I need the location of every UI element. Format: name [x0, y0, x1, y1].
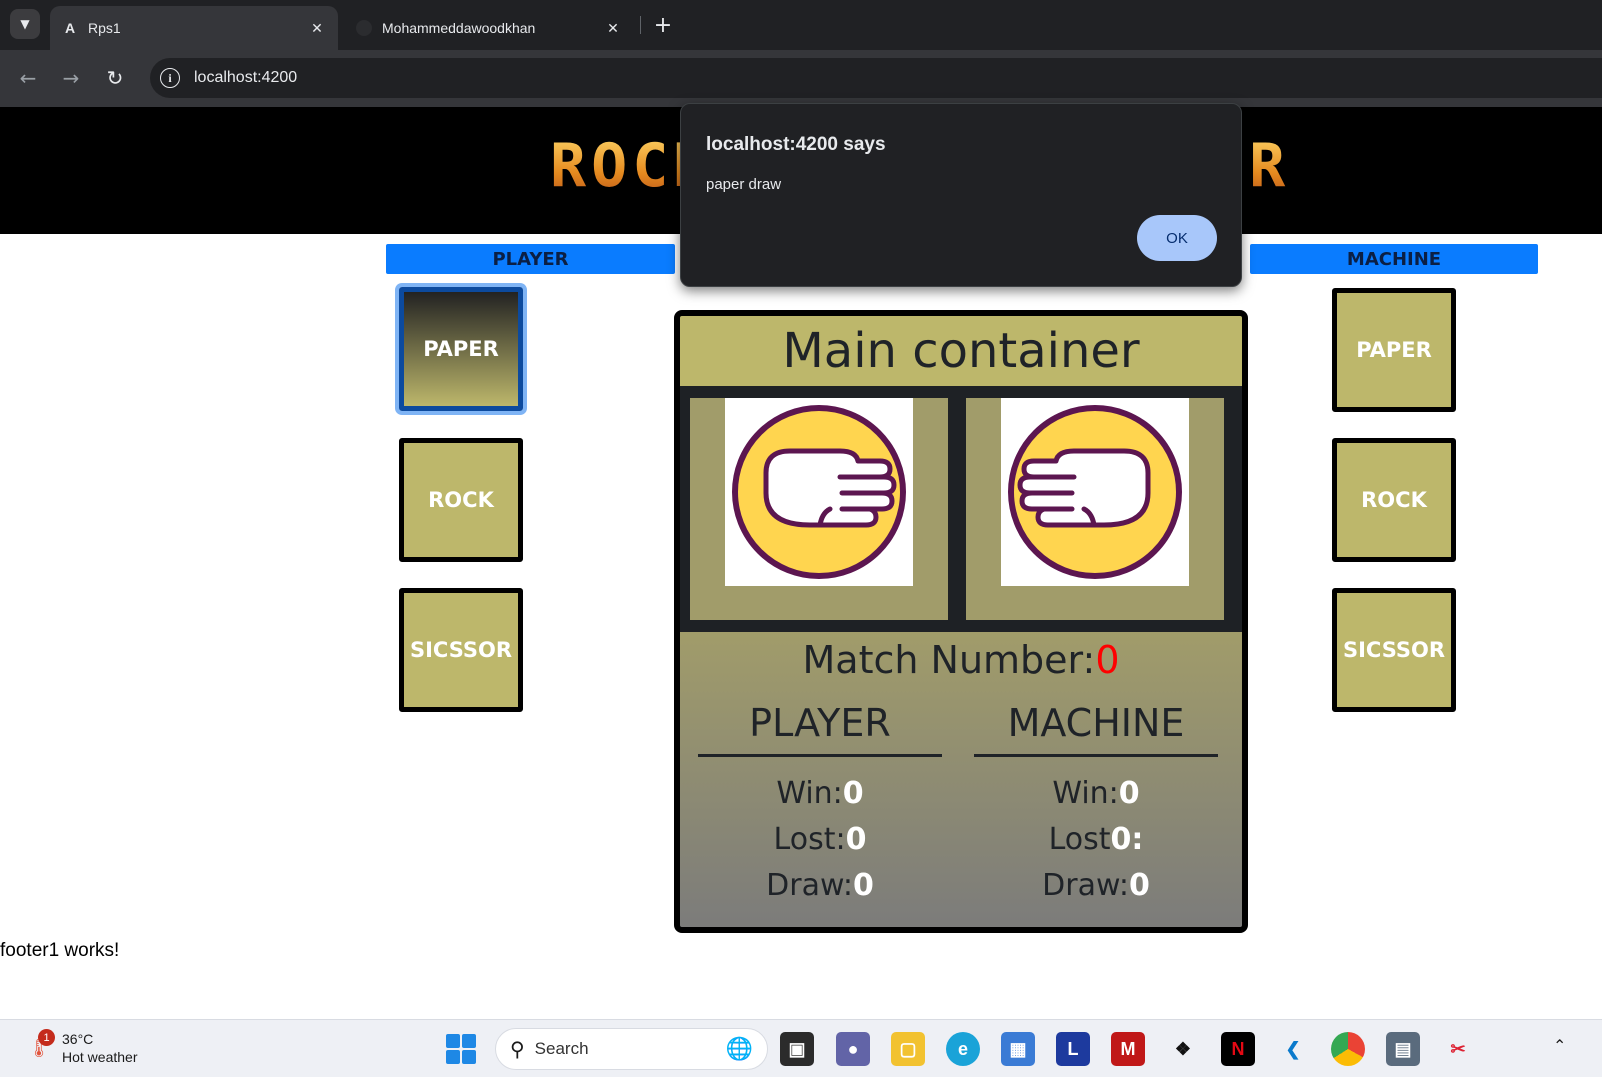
windows-start-icon[interactable] [446, 1034, 476, 1064]
tab-rps1[interactable]: A Rps1 ✕ [50, 6, 338, 50]
lost-label: Lost [1048, 822, 1111, 857]
address-bar[interactable]: i localhost:4200 [150, 58, 1602, 98]
mcafee-icon[interactable]: M [1111, 1032, 1145, 1066]
browser-tab-bar: ▼ A Rps1 ✕ Mohammeddawoodkhan ✕ + [0, 0, 1602, 50]
globe-icon: 🌐 [725, 1036, 753, 1061]
win-label: Win: [776, 776, 843, 811]
lost-value: 0 [845, 822, 867, 857]
temperature: 36°C [62, 1031, 94, 1047]
paper-hand-icon [1001, 398, 1189, 586]
chrome-icon[interactable] [1331, 1032, 1365, 1066]
reload-icon[interactable]: ↻ [101, 64, 129, 92]
player-paper-button[interactable]: PAPER [399, 287, 523, 411]
lost-value: 0: [1110, 822, 1144, 857]
close-icon[interactable]: ✕ [308, 19, 326, 37]
teams-icon[interactable]: ● [836, 1032, 870, 1066]
store-icon[interactable]: ▦ [1001, 1032, 1035, 1066]
paper-hand-svg [732, 405, 906, 579]
close-icon[interactable]: ✕ [604, 19, 622, 37]
forward-arrow-icon[interactable]: → [57, 64, 85, 92]
search-icon: ⚲ [510, 1038, 525, 1061]
machine-paper-button[interactable]: PAPER [1332, 288, 1456, 412]
player-scissor-button[interactable]: SICSSOR [399, 588, 523, 712]
thermometer-icon: 🌡 1 [24, 1029, 55, 1063]
main-title: Main container [680, 316, 1242, 386]
tab-title: Mohammeddawoodkhan [382, 20, 536, 36]
tab-title: Rps1 [88, 20, 121, 36]
win-label: Win: [1052, 776, 1119, 811]
angular-icon: A [64, 20, 76, 36]
new-tab-button[interactable]: + [650, 12, 676, 38]
search-label: Search [534, 1039, 589, 1058]
machine-hand-pane [966, 398, 1224, 620]
footer-text: footer1 works! [0, 940, 120, 961]
taskbar: 🌡 1 36°C Hot weather ⚲ Search 🌐 ▣ ● ▢ e … [0, 1019, 1602, 1077]
netflix-icon[interactable]: N [1221, 1032, 1255, 1066]
github-icon [356, 20, 372, 36]
ok-button[interactable]: OK [1137, 215, 1217, 261]
player-draw: Draw:0 [698, 863, 942, 909]
lost-label: Lost: [773, 822, 846, 857]
main-container: Main container Match Number:0 PLAYER Win… [674, 310, 1248, 933]
machine-rock-button[interactable]: ROCK [1332, 438, 1456, 562]
back-arrow-icon[interactable]: ← [14, 64, 42, 92]
edge-icon[interactable]: e [946, 1032, 980, 1066]
win-value: 0 [1118, 776, 1140, 811]
weather-text: 36°C Hot weather [62, 1030, 137, 1066]
player-score-title: PLAYER [749, 701, 891, 745]
dialog-title: localhost:4200 says [706, 134, 886, 155]
url-text: localhost:4200 [194, 69, 298, 86]
weather-widget[interactable]: 🌡 1 36°C Hot weather [24, 1029, 137, 1066]
taskbar-search[interactable]: ⚲ Search 🌐 [495, 1028, 768, 1070]
player-win: Win:0 [698, 771, 942, 817]
player-lost: Lost:0 [698, 817, 942, 863]
machine-score-title: MACHINE [1007, 701, 1185, 745]
dropbox-icon[interactable]: ❖ [1166, 1032, 1200, 1066]
draw-value: 0 [1128, 868, 1150, 903]
alert-dialog: localhost:4200 says paper draw OK [680, 103, 1242, 287]
player-rock-button[interactable]: ROCK [399, 438, 523, 562]
machine-win: Win:0 [974, 771, 1218, 817]
player-score-column: PLAYER Win:0 Lost:0 Draw:0 [698, 694, 942, 909]
draw-value: 0 [852, 868, 874, 903]
paper-hand-svg [1008, 405, 1182, 579]
browser-toolbar: ← → ↻ i localhost:4200 [0, 50, 1602, 107]
match-label: Match Number: [802, 638, 1096, 682]
tab-search-chevron-icon[interactable]: ▼ [10, 9, 40, 39]
dialog-message: paper draw [706, 176, 782, 193]
paper-hand-icon [725, 398, 913, 586]
task-view-icon[interactable]: ▣ [780, 1032, 814, 1066]
machine-header: MACHINE [1250, 244, 1538, 274]
draw-label: Draw: [766, 868, 853, 903]
draw-label: Draw: [1042, 868, 1129, 903]
machine-score-column: MACHINE Win:0 Lost0: Draw:0 [974, 694, 1218, 909]
site-info-icon[interactable]: i [160, 68, 180, 88]
l-app-icon[interactable]: L [1056, 1032, 1090, 1066]
tab-github[interactable]: Mohammeddawoodkhan ✕ [344, 6, 634, 50]
chevron-up-icon[interactable]: ⌃ [1553, 1036, 1566, 1056]
vscode-icon[interactable]: ❮ [1276, 1032, 1310, 1066]
match-number: Match Number:0 [680, 638, 1242, 682]
machine-draw: Draw:0 [974, 863, 1218, 909]
remote-desktop-icon[interactable]: ▤ [1386, 1032, 1420, 1066]
tab-separator [640, 16, 641, 34]
machine-lost: Lost0: [974, 817, 1218, 863]
match-number-value: 0 [1095, 638, 1120, 682]
notification-badge: 1 [38, 1029, 55, 1046]
win-value: 0 [842, 776, 864, 811]
file-explorer-icon[interactable]: ▢ [891, 1032, 925, 1066]
score-panel: Match Number:0 PLAYER Win:0 Lost:0 Draw:… [680, 632, 1242, 927]
snipping-tool-icon[interactable]: ✂ [1441, 1032, 1475, 1066]
weather-condition: Hot weather [62, 1049, 138, 1065]
player-header: PLAYER [386, 244, 675, 274]
player-hand-pane [690, 398, 948, 620]
machine-scissor-button[interactable]: SICSSOR [1332, 588, 1456, 712]
